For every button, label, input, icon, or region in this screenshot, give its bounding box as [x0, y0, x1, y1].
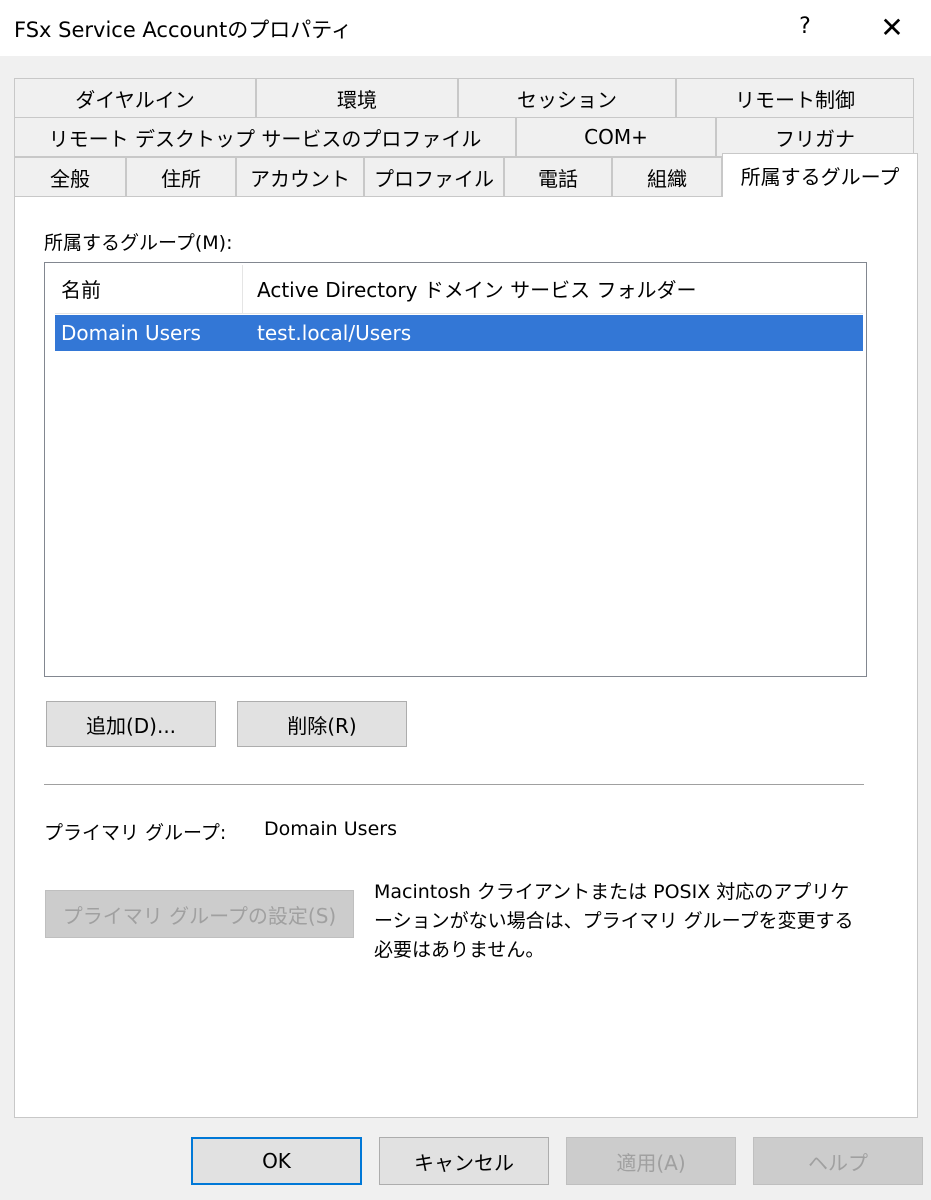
tab-profile[interactable]: プロファイル	[364, 157, 504, 197]
tab-general[interactable]: 全般	[14, 157, 126, 197]
help-button[interactable]: ヘルプ	[753, 1137, 923, 1185]
ok-button[interactable]: OK	[191, 1137, 362, 1185]
title-bar: FSx Service Accountのプロパティ ? ✕	[0, 0, 931, 56]
row-folder: test.local/Users	[257, 321, 412, 345]
tab-remote-control[interactable]: リモート制御	[676, 78, 914, 118]
tab-furigana[interactable]: フリガナ	[716, 117, 914, 157]
column-header-name[interactable]: 名前	[55, 265, 243, 313]
tab-address[interactable]: 住所	[126, 157, 236, 197]
tab-rds-profile[interactable]: リモート デスクトップ サービスのプロファイル	[14, 117, 516, 157]
apply-button[interactable]: 適用(A)	[566, 1137, 736, 1185]
window-title: FSx Service Accountのプロパティ	[14, 18, 352, 42]
set-primary-group-button[interactable]: プライマリ グループの設定(S)	[45, 890, 354, 938]
list-row-selected[interactable]: Domain Users test.local/Users	[55, 315, 863, 351]
list-header: 名前 Active Directory ドメイン サービス フォルダー	[55, 265, 863, 314]
tab-environment[interactable]: 環境	[256, 78, 458, 118]
tab-member-of[interactable]: 所属するグループ	[722, 153, 918, 197]
member-of-label: 所属するグループ(M):	[44, 232, 233, 254]
primary-group-value: Domain Users	[264, 818, 397, 840]
help-icon[interactable]: ?	[790, 10, 820, 44]
tab-account[interactable]: アカウント	[236, 157, 364, 197]
divider	[44, 784, 864, 785]
note-line-1: Macintosh クライアントまたは POSIX 対応のアプリケ	[374, 881, 850, 903]
groups-list[interactable]: 名前 Active Directory ドメイン サービス フォルダー Doma…	[44, 262, 867, 677]
primary-group-label: プライマリ グループ:	[44, 822, 227, 844]
remove-button[interactable]: 削除(R)	[237, 701, 407, 747]
row-name: Domain Users	[61, 321, 201, 345]
primary-group-note: Macintosh クライアントまたは POSIX 対応のアプリケ ーションがな…	[374, 878, 874, 965]
note-line-3: 必要はありません。	[374, 939, 545, 961]
note-line-2: ーションがない場合は、プライマリ グループを変更する	[374, 910, 854, 932]
tab-com-plus[interactable]: COM+	[516, 117, 716, 157]
tab-telephones[interactable]: 電話	[504, 157, 612, 197]
tab-dial-in[interactable]: ダイヤルイン	[14, 78, 256, 118]
cancel-button[interactable]: キャンセル	[379, 1137, 549, 1185]
tab-sessions[interactable]: セッション	[458, 78, 676, 118]
add-button[interactable]: 追加(D)...	[46, 701, 216, 747]
close-icon[interactable]: ✕	[872, 8, 912, 48]
column-header-folder[interactable]: Active Directory ドメイン サービス フォルダー	[243, 265, 863, 313]
tab-organization[interactable]: 組織	[612, 157, 722, 197]
